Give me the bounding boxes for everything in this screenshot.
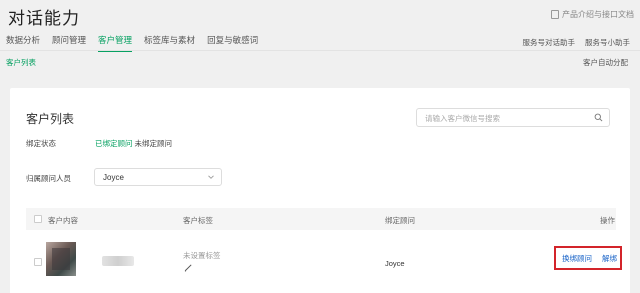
service-chat-assistant-link[interactable]: 服务号对话助手 [523, 37, 576, 48]
column-header-advisor: 绑定顾问 [385, 216, 415, 225]
subnav: 客户列表 客户自动分配 [0, 55, 640, 71]
card-title: 客户列表 [26, 112, 75, 126]
customer-nickname-blurred [102, 256, 134, 266]
document-icon [551, 10, 559, 19]
advisor-select[interactable]: Joyce [94, 168, 222, 186]
subnav-customer-list[interactable]: 客户列表 [6, 57, 36, 68]
row-checkbox[interactable] [34, 258, 42, 266]
table-row: 未设置标签 Joyce 换绑顾问 解绑 [26, 230, 622, 293]
column-header-content: 客户内容 [48, 216, 78, 225]
chevron-down-icon [208, 175, 214, 179]
bind-status-options: 已绑定顾问 未绑定顾问 [94, 138, 173, 149]
search-icon[interactable] [594, 113, 603, 122]
bind-option-bound[interactable]: 已绑定顾问 [94, 138, 134, 149]
docs-link-label: 产品介绍与接口文档 [562, 10, 634, 19]
table-header: 客户内容 客户标签 绑定顾问 操作 [26, 208, 616, 230]
header-right-links: 服务号对话助手 服务号小助手 [523, 37, 631, 48]
avatar [46, 242, 76, 276]
header: 对话能力 产品介绍与接口文档 数据分析 顾问管理 客户管理 标签库与素材 回复与… [0, 0, 640, 58]
page-title: 对话能力 [8, 9, 80, 28]
header-divider [0, 50, 640, 51]
change-advisor-button[interactable]: 换绑顾问 [562, 253, 592, 264]
advisor-filter-label: 归属顾问人员 [26, 174, 71, 183]
bind-status-label: 绑定状态 [26, 139, 56, 148]
unbind-button[interactable]: 解绑 [602, 253, 617, 264]
column-header-actions: 操作 [600, 216, 615, 225]
actions-highlight-box: 换绑顾问 解绑 [554, 246, 622, 270]
select-all-checkbox[interactable] [34, 215, 42, 223]
column-header-tags: 客户标签 [183, 216, 213, 225]
search-box [416, 108, 610, 127]
bind-option-unbound[interactable]: 未绑定顾问 [134, 138, 174, 149]
service-assistant-link[interactable]: 服务号小助手 [585, 37, 630, 48]
customer-tag: 未设置标签 [183, 251, 221, 260]
docs-link[interactable]: 产品介绍与接口文档 [551, 9, 634, 20]
pencil-icon[interactable] [184, 263, 193, 272]
search-input[interactable] [425, 112, 585, 124]
customer-list-card: 客户列表 绑定状态 已绑定顾问 未绑定顾问 归属顾问人员 Joyce 客户内容 … [10, 88, 630, 293]
subnav-auto-assign[interactable]: 客户自动分配 [583, 57, 628, 68]
advisor-select-value: Joyce [103, 173, 124, 182]
bound-advisor: Joyce [385, 259, 405, 268]
